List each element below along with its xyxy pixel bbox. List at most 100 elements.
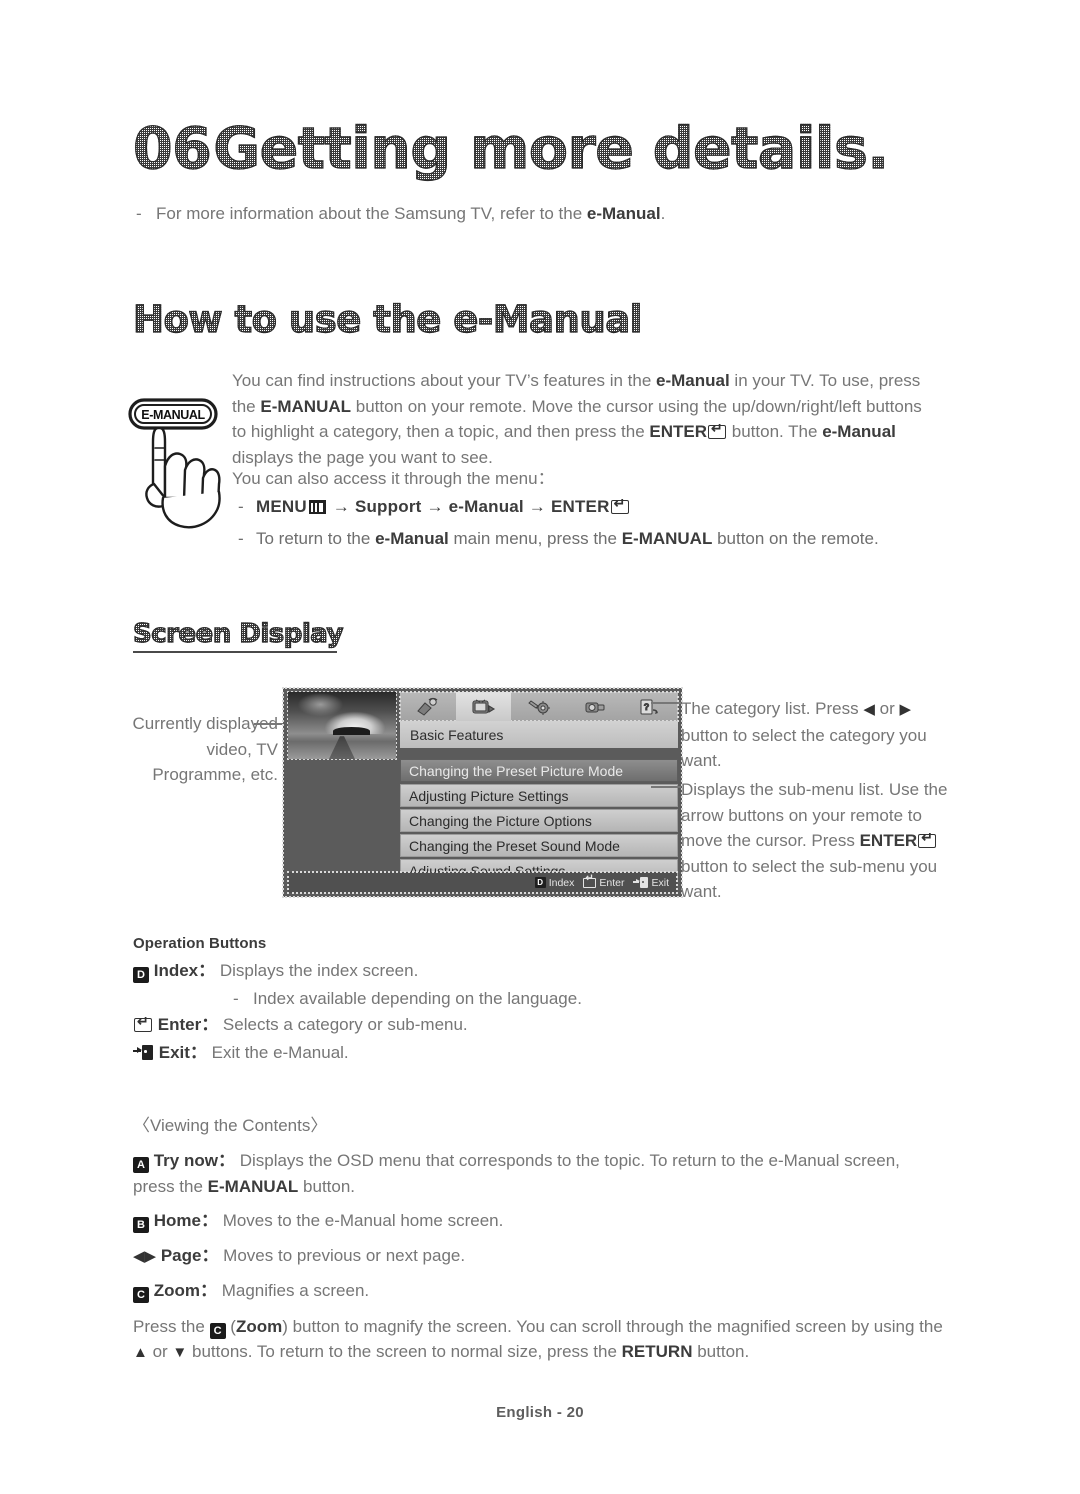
a-key-icon: A [133, 1157, 149, 1173]
b-key-icon: B [133, 1217, 149, 1233]
bullet-dash: - [136, 204, 142, 223]
enter-key-icon [583, 874, 597, 888]
intro-t1: You can find instructions about your TV’… [232, 371, 657, 390]
zoom-sep: ： [200, 1281, 218, 1300]
zoom-label: Zoom [153, 1281, 201, 1300]
status-index[interactable]: D Index [534, 876, 575, 889]
emanual-button-hand-illustration: E-MANUAL [128, 398, 238, 533]
c-key-icon: C [133, 1287, 149, 1303]
intro-b3: ENTER [649, 422, 708, 441]
arrow-up-icon: ▲ [133, 1344, 148, 1361]
arrow-left-icon: ◀ [863, 701, 875, 718]
zoom-para-t5: buttons. To return to the screen to norm… [187, 1342, 622, 1361]
submenu-item[interactable]: Changing the Preset Sound Mode [400, 834, 678, 857]
enter-key-icon [610, 496, 629, 514]
manual-page: 06Getting more details. - For more inform… [0, 0, 1080, 1494]
page-footer: English - 20 [496, 1404, 584, 1421]
bullet-dash: - [238, 497, 244, 516]
operation-index-note-text: Index available depending on the languag… [253, 989, 582, 1008]
menu-path-p3: e-Manual [448, 497, 524, 516]
settings-icon [526, 697, 552, 717]
status-index-label: Index [548, 876, 575, 889]
viewing-page-row: ◀▶ Page： Moves to previous or next page. [133, 1243, 945, 1270]
support-icon: ? [637, 697, 663, 717]
viewing-home-row: B Home： Moves to the e-Manual home scree… [133, 1208, 945, 1234]
section-heading-how-to-use: How to use the e-Manual [132, 297, 643, 342]
return-to-main-menu-bullet: - To return to the e-Manual main menu, p… [238, 526, 938, 552]
bullet-dash: - [233, 989, 239, 1008]
category-tab-channel[interactable] [400, 692, 456, 721]
bullet-dash: - [238, 529, 244, 548]
exit-door-icon [133, 1045, 153, 1060]
ann1-t3: button to select the category you want. [681, 725, 927, 771]
operation-enter-label: Enter [157, 1015, 202, 1034]
intro-b2: E-MANUAL [260, 396, 352, 416]
submenu-item[interactable]: Changing the Picture Options [400, 809, 678, 832]
leader-line-right-submenu [651, 786, 681, 788]
intro-t5: displays the page you want to see. [232, 447, 493, 467]
menu-path-arrow2: → [426, 497, 444, 516]
ann1-t1: The category list. Press [681, 699, 864, 718]
c-key-icon: C [209, 1322, 226, 1339]
video-thumbnail [287, 691, 397, 760]
operation-buttons-heading: Operation Buttons [133, 935, 267, 952]
operation-buttons-section: Operation Buttons D Index： Displays the … [133, 935, 943, 1068]
menu-bars-icon [308, 500, 326, 514]
menu-path-p1: MENU [256, 497, 307, 516]
submenu-item[interactable]: Adjusting Picture Settings [400, 784, 678, 807]
try-now-t2: button. [298, 1176, 356, 1196]
zoom-para-t2: ( [225, 1316, 236, 1336]
ann2-t2: button to select the sub-menu you want. [681, 856, 938, 902]
svg-text:E-MANUAL: E-MANUAL [141, 408, 205, 422]
submenu-item[interactable]: Changing the Preset Picture Mode [400, 759, 678, 782]
annotation-submenu-list: Displays the sub-menu list. Use the arro… [681, 777, 966, 905]
leader-line-right-category [651, 702, 681, 704]
category-label: Basic Features [400, 721, 678, 748]
emanual-intro-paragraph: You can find instructions about your TV’… [232, 368, 938, 470]
return-b2: E-MANUAL [621, 529, 713, 548]
zoom-para-t4: or [147, 1342, 173, 1361]
channel-icon [415, 697, 441, 717]
ann2-b1: ENTER [859, 831, 918, 850]
intro-b1: e-Manual [656, 371, 730, 390]
category-tab-bar[interactable]: ? [399, 691, 679, 722]
viewing-contents-section: 〈Viewing the Contents〉 A Try now： Displa… [133, 1113, 945, 1366]
zoom-desc: Magnifies a screen. [217, 1281, 370, 1300]
return-note-text: To return to the e-Manual main menu, pre… [256, 526, 879, 552]
status-exit[interactable]: Exit [633, 877, 669, 889]
page-arrows-icon: ◀▶ [133, 1247, 157, 1265]
try-now-sep: ： [217, 1151, 235, 1170]
page-title: 06Getting more details. [132, 117, 889, 180]
chapter-note-pre: For more information about the Samsung T… [156, 204, 587, 223]
category-tab-settings[interactable] [511, 692, 567, 721]
menu-access-line: You can also access it through the menu： [232, 469, 555, 488]
thumbnail-hill [333, 726, 371, 735]
operation-exit-desc: Exit the e-Manual. [206, 1043, 349, 1062]
arrow-down-icon: ▼ [172, 1344, 188, 1361]
arrow-right-icon: ▶ [899, 701, 911, 718]
try-now-b1: E-MANUAL [207, 1176, 299, 1196]
category-tab-support[interactable]: ? [622, 692, 678, 721]
index-key-icon: D [534, 877, 546, 888]
menu-path-p2: Support [354, 497, 422, 516]
menu-path-arrow3: → [528, 497, 546, 516]
viewing-contents-heading: 〈Viewing the Contents〉 [133, 1116, 328, 1135]
submenu-list[interactable]: Changing the Preset Picture Mode Adjusti… [400, 759, 678, 884]
category-tab-media[interactable] [567, 692, 623, 721]
index-key-icon: D [133, 967, 149, 983]
enter-key-icon [708, 421, 727, 439]
return-t2: main menu, press the [448, 529, 622, 548]
home-sep: ： [200, 1211, 218, 1230]
media-icon [582, 697, 608, 717]
status-enter[interactable]: Enter [583, 874, 624, 889]
enter-key-icon [918, 830, 937, 848]
menu-path-bullet: - MENU → Support → e-Manual → ENTER [238, 494, 938, 520]
enter-key-icon [134, 1014, 152, 1032]
zoom-para-t6: button. [692, 1342, 750, 1361]
chapter-note-bold: e-Manual [586, 204, 661, 223]
operation-index-sep: ： [198, 961, 216, 980]
operation-enter-row: Enter： Selects a category or sub-menu. [133, 1012, 943, 1038]
category-tab-picture[interactable] [455, 692, 512, 721]
operation-exit-sep: ： [189, 1043, 207, 1062]
operation-enter-desc: Selects a category or sub-menu. [218, 1015, 468, 1034]
